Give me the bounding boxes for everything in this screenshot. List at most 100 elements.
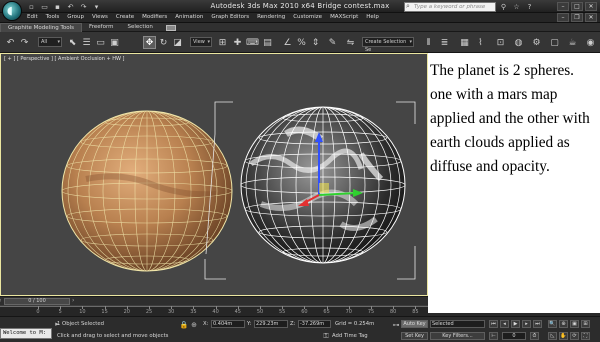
key-mode-dropdown[interactable]: Selected [430, 320, 485, 328]
select-and-scale-icon[interactable]: ◪ [171, 36, 184, 49]
snaps-toggle-icon[interactable]: ▤ [261, 36, 274, 49]
go-to-end-button[interactable]: ⏭ [533, 320, 542, 328]
zoom-all-icon[interactable]: ⊕ [559, 320, 568, 328]
render-setup-icon[interactable]: ⚙ [530, 36, 543, 49]
named-selection-dropdown[interactable]: Create Selection Se ▾ [362, 37, 414, 53]
select-object-icon[interactable]: ⬉ [66, 36, 79, 49]
doc-close-button[interactable]: ✕ [585, 13, 597, 22]
maxscript-listener[interactable]: Welcome to M: [0, 328, 52, 339]
annotation-text: The planet is 2 spheres. one with a mars… [430, 62, 590, 175]
pan-view-icon[interactable]: ✋ [559, 332, 568, 340]
key-mode-toggle-button[interactable]: ⊢ [489, 332, 498, 340]
perspective-viewport[interactable]: [ + ] [ Perspective ] [ Ambient Occlusio… [0, 53, 428, 296]
auto-key-button[interactable]: Auto Key [401, 320, 428, 328]
y-coordinate-field[interactable]: 229.23m [254, 320, 288, 328]
undo-icon[interactable]: ↶ [4, 36, 17, 49]
rectangle-selection-icon[interactable]: ▭ [94, 36, 107, 49]
menu-edit[interactable]: Edit [27, 14, 38, 20]
x-coordinate-field[interactable]: 0.404m [211, 320, 245, 328]
menu-tools[interactable]: Tools [46, 14, 60, 20]
menu-graph-editors[interactable]: Graph Editors [211, 14, 249, 20]
zoom-extents-all-icon[interactable]: ⊞ [581, 320, 590, 328]
time-configuration-button[interactable]: ⏱ [530, 332, 539, 340]
time-slider[interactable]: ‹ 0 / 100 › [0, 296, 428, 305]
key-filters-button[interactable]: Key Filters... [430, 332, 485, 340]
status-bar: Welcome to M: ▸ 1 Object Selected Click … [0, 316, 600, 342]
reference-coordinate-value: View [193, 39, 205, 45]
help-icon[interactable]: ? [525, 2, 534, 11]
edit-named-selection-icon[interactable]: ✎ [326, 36, 339, 49]
angle-snap-icon[interactable]: ∠ [281, 36, 294, 49]
zoom-extents-icon[interactable]: ▣ [570, 320, 579, 328]
search-input[interactable]: ⌕ Type a keyword or phrase [404, 2, 496, 12]
render-active-icon[interactable]: ◉ [584, 36, 597, 49]
ruler-label: 75 [367, 309, 375, 315]
menu-customize[interactable]: Customize [293, 14, 322, 20]
pivot-center-icon[interactable]: ⊞ [216, 36, 229, 49]
y-label: Y: [247, 321, 252, 327]
window-crossing-icon[interactable]: ▣ [108, 36, 121, 49]
menu-group[interactable]: Group [67, 14, 84, 20]
previous-frame-button[interactable]: ◂ [500, 320, 509, 328]
tab-graphite-modeling-tools[interactable]: Graphite Modeling Tools [0, 23, 83, 32]
binoculars-icon[interactable]: ⚲ [499, 2, 508, 11]
next-frame-button[interactable]: ▸ [522, 320, 531, 328]
material-editor-icon[interactable]: ◍ [512, 36, 525, 49]
schematic-view-icon[interactable]: ⊡ [494, 36, 507, 49]
field-of-view-icon[interactable]: ◺ [548, 332, 557, 340]
graphite-toggle-icon[interactable]: ▦ [458, 36, 471, 49]
tab-freeform[interactable]: Freeform [82, 23, 121, 32]
select-manipulate-icon[interactable]: ✚ [231, 36, 244, 49]
set-key-button[interactable]: Set Key [401, 332, 428, 340]
z-coordinate-field[interactable]: -37.269m [298, 320, 331, 328]
percent-snap-icon[interactable]: % [295, 36, 308, 49]
key-icon[interactable]: ⚿ [322, 332, 330, 340]
render-production-icon[interactable]: ☕ [566, 36, 579, 49]
keyboard-shortcut-icon[interactable]: ⌨ [246, 36, 259, 49]
minimize-button[interactable]: – [557, 2, 569, 11]
align-icon[interactable]: ⫴ [422, 36, 435, 49]
menu-help[interactable]: Help [366, 14, 379, 20]
star-icon[interactable]: ☆ [512, 2, 521, 11]
orbit-icon[interactable]: ⟳ [570, 332, 579, 340]
curve-editor-icon[interactable]: ⌇ [474, 36, 487, 49]
reference-coordinate-dropdown[interactable]: View ▾ [190, 37, 212, 47]
menu-create[interactable]: Create [116, 14, 134, 20]
mirror-icon[interactable]: ⇋ [344, 36, 357, 49]
rendered-frame-icon[interactable]: ▢ [548, 36, 561, 49]
select-and-move-icon[interactable]: ✥ [143, 36, 156, 49]
add-time-tag[interactable]: Add Time Tag [332, 333, 368, 339]
selection-filter-dropdown[interactable]: All ▾ [38, 37, 62, 47]
ribbon-toggle-button[interactable] [165, 25, 176, 31]
set-key-icon[interactable]: ⊶ [392, 321, 400, 329]
redo-icon[interactable]: ↷ [18, 36, 31, 49]
close-button[interactable]: ✕ [585, 2, 597, 11]
current-frame-field[interactable]: 0 [502, 332, 526, 340]
play-button[interactable]: ▶ [511, 320, 520, 328]
spinner-snap-icon[interactable]: ⇕ [309, 36, 322, 49]
selection-info: 1 Object Selected [57, 321, 104, 327]
zoom-icon[interactable]: 🔍 [548, 320, 557, 328]
select-by-name-icon[interactable]: ☰ [80, 36, 93, 49]
doc-minimize-button[interactable]: – [557, 13, 569, 22]
menu-modifiers[interactable]: Modifiers [142, 14, 167, 20]
maximize-button[interactable]: □ [571, 2, 583, 11]
menu-rendering[interactable]: Rendering [257, 14, 285, 20]
tab-selection[interactable]: Selection [121, 23, 160, 32]
go-to-start-button[interactable]: ⏮ [489, 320, 498, 328]
annotation-panel: The planet is 2 spheres. one with a mars… [428, 53, 600, 313]
track-bar[interactable]: 0 5 10 15 20 25 30 35 40 45 50 55 60 65 70 75 80 85 [0, 305, 428, 316]
maximize-viewport-icon[interactable]: ⛶ [581, 332, 590, 340]
app-logo[interactable]: ◖ [2, 1, 22, 21]
lock-selection-icon[interactable]: 🔒 [180, 321, 189, 329]
layer-manager-icon[interactable]: ≣ [438, 36, 451, 49]
menu-views[interactable]: Views [92, 14, 108, 20]
time-slider-thumb[interactable]: 0 / 100 [4, 298, 70, 305]
select-and-rotate-icon[interactable]: ↻ [157, 36, 170, 49]
doc-restore-button[interactable]: ❐ [571, 13, 583, 22]
chevron-left-icon[interactable]: ‹ [0, 297, 1, 304]
menu-animation[interactable]: Animation [175, 14, 203, 20]
chevron-right-icon[interactable]: › [72, 297, 74, 304]
absolute-mode-icon[interactable]: ⊕ [190, 321, 198, 329]
menu-maxscript[interactable]: MAXScript [330, 14, 358, 20]
